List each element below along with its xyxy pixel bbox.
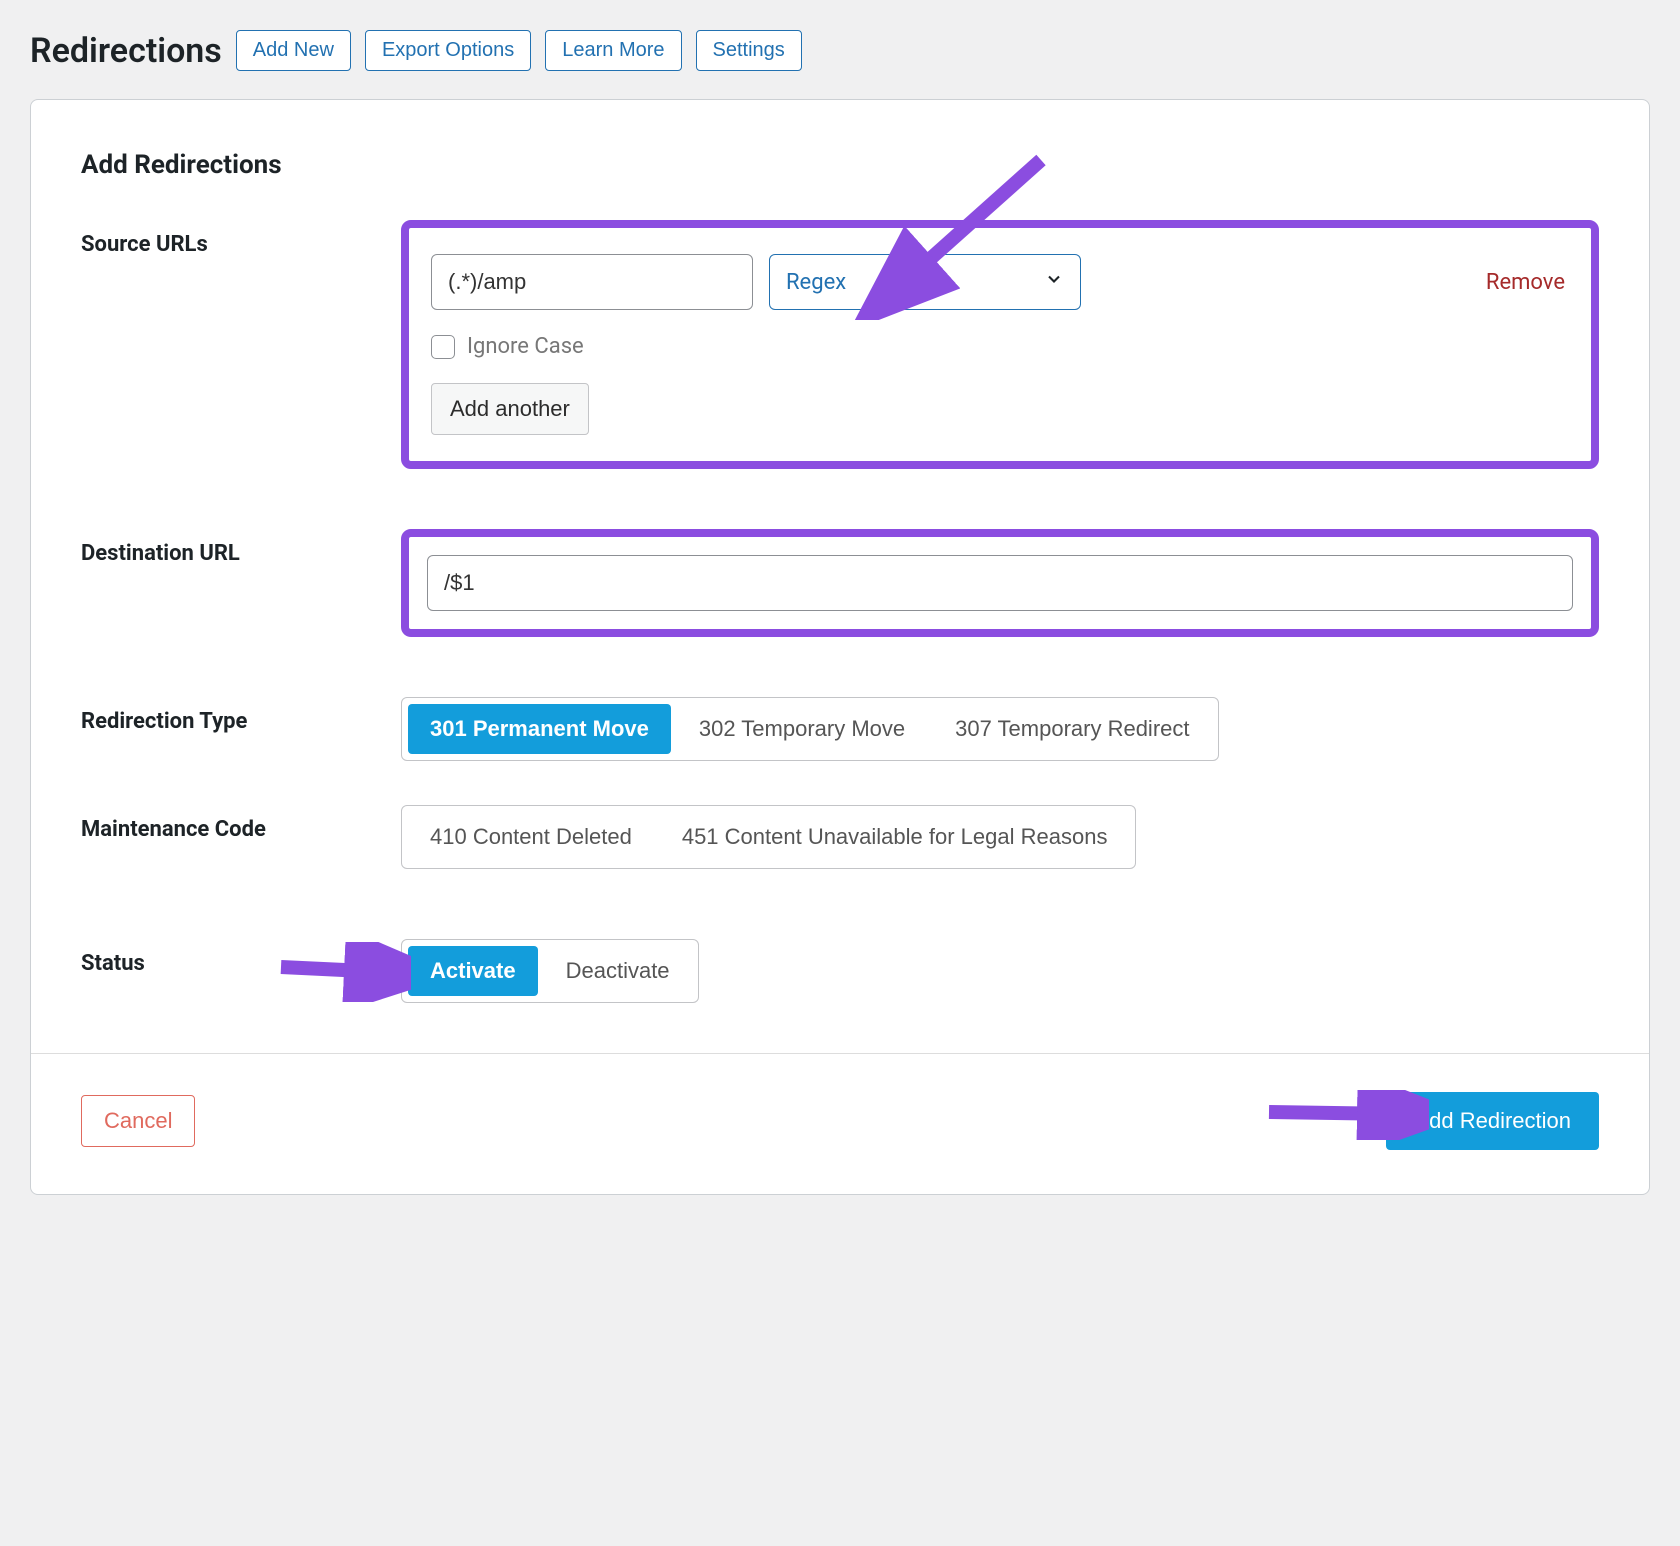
settings-button[interactable]: Settings — [696, 30, 802, 71]
match-type-select[interactable]: Regex — [769, 254, 1081, 310]
cancel-button[interactable]: Cancel — [81, 1095, 195, 1147]
add-another-button[interactable]: Add another — [431, 383, 589, 435]
source-urls-label: Source URLs — [81, 220, 401, 469]
maintenance-451-option[interactable]: 451 Content Unavailable for Legal Reason… — [660, 812, 1130, 862]
destination-url-input[interactable] — [427, 555, 1573, 611]
status-group: Activate Deactivate — [401, 939, 699, 1003]
source-highlight-box: Regex Remove Ignore Case Add another — [401, 220, 1599, 469]
remove-source-link[interactable]: Remove — [1486, 270, 1565, 295]
section-title: Add Redirections — [81, 150, 1599, 180]
status-deactivate-option[interactable]: Deactivate — [544, 946, 692, 996]
source-url-input[interactable] — [431, 254, 753, 310]
redirection-type-302[interactable]: 302 Temporary Move — [677, 704, 927, 754]
status-activate-option[interactable]: Activate — [408, 946, 538, 996]
redirection-type-301[interactable]: 301 Permanent Move — [408, 704, 671, 754]
add-redirection-button[interactable]: Add Redirection — [1386, 1092, 1599, 1150]
ignore-case-label: Ignore Case — [467, 334, 584, 359]
ignore-case-checkbox[interactable] — [431, 335, 455, 359]
export-options-button[interactable]: Export Options — [365, 30, 531, 71]
match-type-value: Regex — [786, 270, 846, 295]
maintenance-code-label: Maintenance Code — [81, 805, 401, 869]
redirection-type-group: 301 Permanent Move 302 Temporary Move 30… — [401, 697, 1219, 761]
destination-url-label: Destination URL — [81, 529, 401, 637]
chevron-down-icon — [1044, 269, 1064, 295]
status-label: Status — [81, 939, 401, 1003]
add-redirections-card: Add Redirections Source URLs Regex — [30, 99, 1650, 1195]
destination-highlight-box — [401, 529, 1599, 637]
redirection-type-307[interactable]: 307 Temporary Redirect — [933, 704, 1211, 754]
redirection-type-label: Redirection Type — [81, 697, 401, 761]
maintenance-410-option[interactable]: 410 Content Deleted — [408, 812, 654, 862]
page-title: Redirections — [30, 31, 222, 71]
add-new-button[interactable]: Add New — [236, 30, 351, 71]
maintenance-code-group: 410 Content Deleted 451 Content Unavaila… — [401, 805, 1136, 869]
learn-more-button[interactable]: Learn More — [545, 30, 681, 71]
